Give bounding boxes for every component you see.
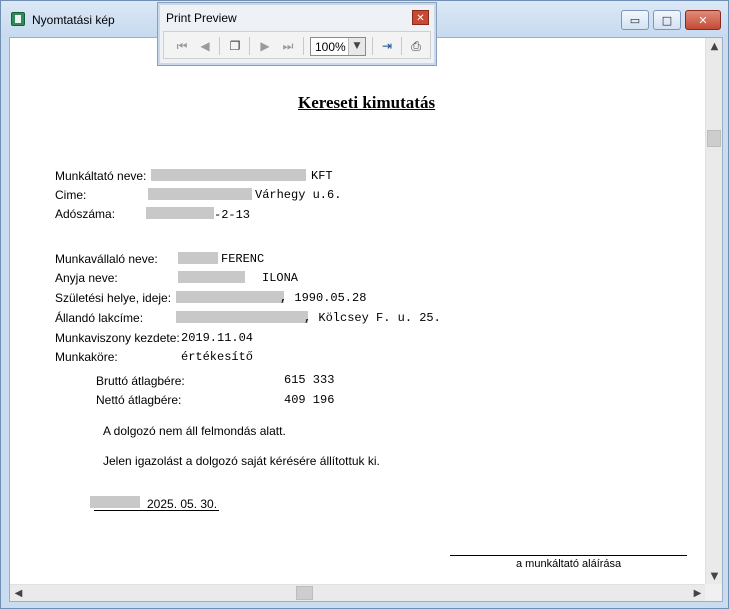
net-salary-value: 409 196: [284, 393, 335, 407]
window-title: Nyomtatási kép: [32, 13, 115, 27]
residence-value: , Kölcsey F. u. 25.: [304, 311, 441, 325]
vertical-scroll-thumb[interactable]: [707, 130, 721, 147]
zoom-value: 100%: [315, 40, 346, 54]
date-underline: [94, 510, 219, 511]
horizontal-scrollbar[interactable]: ◀ ▶: [10, 584, 706, 601]
horizontal-scroll-thumb[interactable]: [296, 586, 313, 600]
mother-name-label: Anyja neve:: [55, 271, 118, 285]
exit-icon[interactable]: ⇥: [377, 36, 397, 56]
signature-label: a munkáltató aláírása: [516, 558, 622, 570]
toolbar-close-button[interactable]: ✕: [412, 10, 429, 25]
net-salary-label: Nettó átlagbére:: [96, 393, 182, 407]
redaction: [178, 252, 218, 264]
birth-value: , 1990.05.28: [280, 291, 367, 305]
statement-request: Jelen igazolást a dolgozó saját kérésére…: [103, 454, 380, 468]
address-label: Cime:: [55, 188, 87, 202]
address-value: Várhegy u.6.: [255, 188, 342, 202]
gross-salary-value: 615 333: [284, 373, 335, 387]
redaction: [176, 311, 308, 323]
toolbar-separator: [401, 37, 402, 55]
employee-value: FERENC: [221, 252, 265, 266]
redaction: [90, 496, 140, 508]
first-page-icon[interactable]: ⏮: [172, 36, 192, 56]
chevron-down-icon[interactable]: ▼: [348, 38, 365, 55]
document-page: Kereseti kimutatás Munkáltató neve: KFT …: [10, 38, 706, 585]
vertical-scrollbar[interactable]: ▲ ▼: [705, 38, 722, 585]
scroll-right-icon[interactable]: ▶: [689, 585, 706, 602]
scroll-down-icon[interactable]: ▼: [706, 568, 723, 585]
birth-label: Születési helye, ideje:: [55, 291, 172, 305]
toolbar-separator: [303, 37, 304, 55]
signature-line: [450, 555, 687, 556]
employment-start-label: Munkaviszony kezdete:: [55, 331, 180, 345]
scroll-left-icon[interactable]: ◀: [10, 585, 27, 602]
toolbar-separator: [219, 37, 220, 55]
toolbar-separator: [372, 37, 373, 55]
print-preview-window: Nyomtatási kép ▭ □ ✕ Kereseti kimutatás …: [0, 0, 729, 609]
scroll-up-icon[interactable]: ▲: [706, 38, 723, 55]
gross-salary-label: Bruttó átlagbére:: [96, 374, 185, 388]
tax-number-value: -2-13: [214, 208, 251, 222]
employee-label: Munkavállaló neve:: [55, 252, 158, 266]
toolbar-buttons: ⏮ ◀ ❐ ▶ ⏭ 100% ▼ ⇥ ⎙: [163, 31, 431, 59]
multi-page-icon[interactable]: ❐: [225, 36, 245, 56]
employment-start-value: 2019.11.04: [181, 331, 254, 345]
maximize-button[interactable]: □: [653, 10, 681, 30]
job-value: értékesítő: [181, 350, 254, 364]
employer-value: KFT: [311, 169, 333, 183]
next-page-icon[interactable]: ▶: [255, 36, 275, 56]
redaction: [148, 188, 252, 200]
zoom-select[interactable]: 100% ▼: [310, 37, 366, 56]
residence-label: Állandó lakcíme:: [55, 311, 144, 325]
employer-label: Munkáltató neve:: [55, 169, 147, 183]
document-title: Kereseti kimutatás: [298, 93, 436, 112]
toolbar-separator: [249, 37, 250, 55]
print-preview-toolbar: Print Preview ✕ ⏮ ◀ ❐ ▶ ⏭ 100% ▼ ⇥ ⎙: [157, 2, 437, 66]
tax-number-label: Adószáma:: [55, 207, 116, 221]
document-date: 2025. 05. 30.: [147, 497, 218, 511]
app-icon: [11, 12, 25, 26]
statement-notice: A dolgozó nem áll felmondás alatt.: [103, 424, 286, 438]
last-page-icon[interactable]: ⏭: [278, 36, 298, 56]
minimize-button[interactable]: ▭: [621, 10, 649, 30]
redaction: [146, 207, 214, 219]
print-icon[interactable]: ⎙: [406, 36, 426, 56]
mother-name-value: ILONA: [262, 271, 299, 285]
redaction: [178, 271, 245, 283]
prev-page-icon[interactable]: ◀: [195, 36, 215, 56]
job-label: Munkaköre:: [55, 350, 118, 364]
redaction: [151, 169, 306, 181]
preview-page-area: Kereseti kimutatás Munkáltató neve: KFT …: [9, 37, 723, 602]
close-button[interactable]: ✕: [685, 10, 721, 30]
scroll-corner: [705, 584, 722, 601]
print-preview-title: Print Preview: [166, 11, 237, 25]
redaction: [176, 291, 284, 303]
